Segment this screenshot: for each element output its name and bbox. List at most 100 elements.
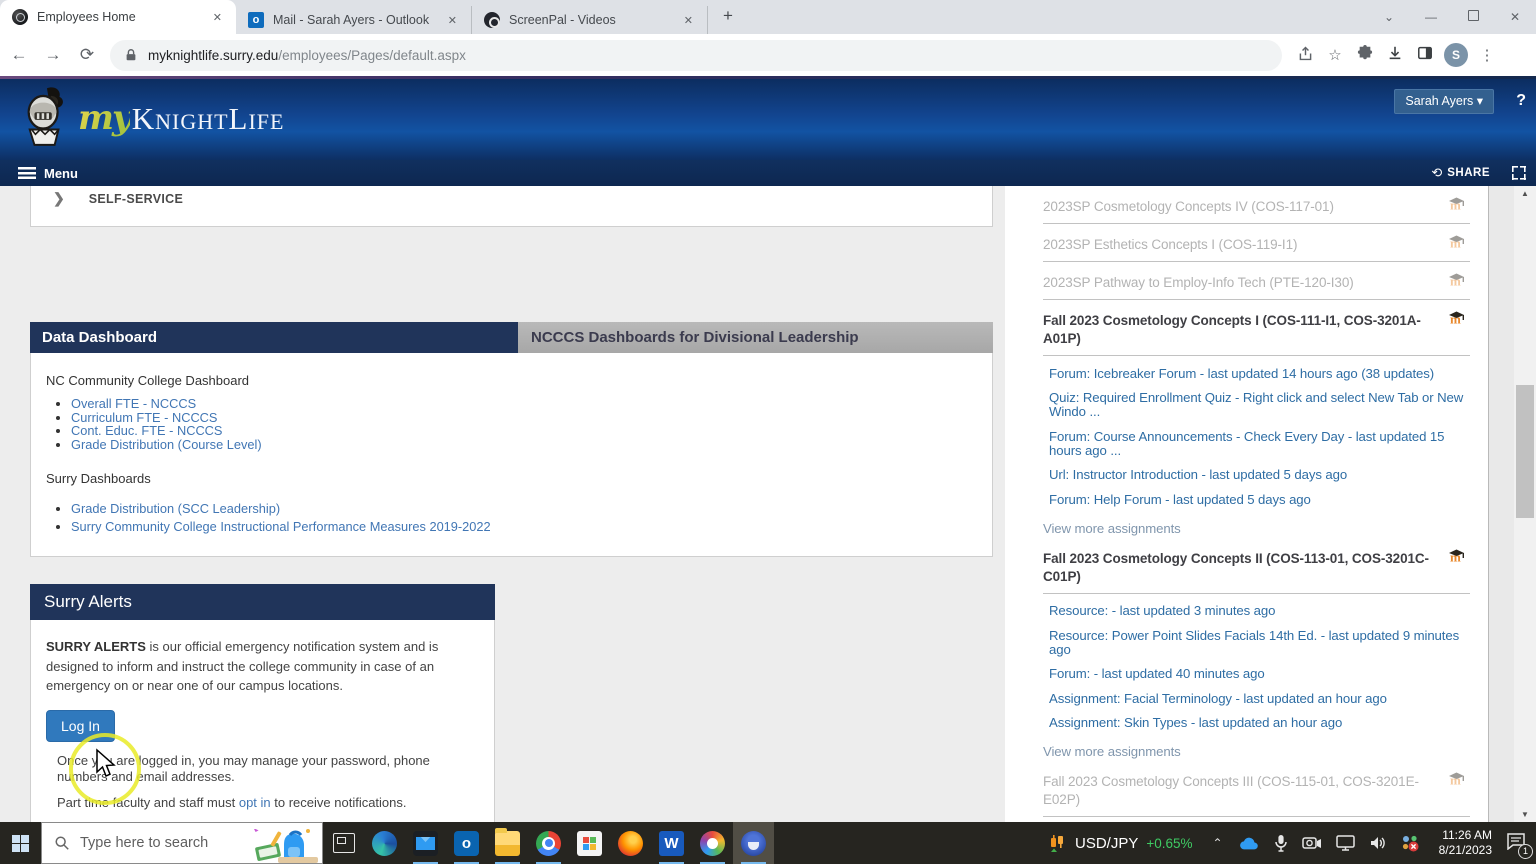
display-network-icon[interactable]: [1335, 835, 1355, 851]
site-banner: myKnightLife Sarah Ayers ▾ ?: [0, 79, 1536, 160]
media-editor-button[interactable]: [692, 822, 733, 864]
assignment-link[interactable]: Forum: Icebreaker Forum - last updated 1…: [1049, 366, 1470, 381]
app-status-icon[interactable]: [1401, 834, 1420, 853]
course-section: 2023SP Pathway to Employ-Info Tech (PTE-…: [1043, 262, 1470, 300]
chrome-icon: [536, 830, 561, 856]
course-title-link[interactable]: Fall 2023 Cosmetology Concepts II (COS-1…: [1043, 551, 1429, 584]
tab-close-icon[interactable]: ✕: [680, 12, 697, 29]
taskbar-search-input[interactable]: Type here to search: [41, 822, 323, 864]
microphone-icon[interactable]: [1274, 834, 1288, 852]
page-content: ❯ SELF-SERVICE Data Dashboard NCCCS Dash…: [0, 186, 1536, 822]
assignment-link[interactable]: Forum: Help Forum - last updated 5 days …: [1049, 492, 1470, 507]
microsoft-store-button[interactable]: [569, 822, 610, 864]
onedrive-icon[interactable]: [1238, 835, 1260, 851]
tab-outlook[interactable]: o Mail - Sarah Ayers - Outlook ✕: [236, 6, 472, 34]
outlook-button[interactable]: o: [446, 822, 487, 864]
tab-employees-home[interactable]: Employees Home ✕: [0, 0, 236, 34]
assignment-link[interactable]: Resource: Power Point Slides Facials 14t…: [1049, 628, 1470, 657]
scroll-down-arrow[interactable]: ▼: [1514, 810, 1536, 819]
notification-center-button[interactable]: 1: [1506, 832, 1533, 859]
assignment-link[interactable]: Url: Instructor Introduction - last upda…: [1049, 468, 1470, 482]
clock-time: 11:26 AM: [1442, 828, 1492, 842]
dashboard-link[interactable]: Grade Distribution (SCC Leadership): [71, 501, 280, 516]
chrome-button[interactable]: [528, 822, 569, 864]
ticker-pair: USD/JPY: [1075, 834, 1139, 852]
help-icon[interactable]: ?: [1516, 89, 1526, 112]
course-title-link[interactable]: Fall 2023 Cosmetology Concepts I (COS-11…: [1043, 313, 1421, 346]
word-button[interactable]: W: [651, 822, 692, 864]
address-bar[interactable]: myknightlife.surry.edu/employees/Pages/d…: [110, 39, 1282, 71]
assignment-link[interactable]: Forum: Course Announcements - Check Ever…: [1049, 429, 1470, 458]
user-menu-button[interactable]: Sarah Ayers ▾: [1394, 89, 1494, 114]
maximize-button[interactable]: [1452, 0, 1494, 34]
download-icon[interactable]: [1380, 45, 1410, 65]
share-button[interactable]: SHARE: [1447, 167, 1490, 179]
course-activity-panel: 2023SP Cosmetology Concepts IV (COS-117-…: [1005, 186, 1489, 822]
assignment-link[interactable]: Assignment: Facial Terminology - last up…: [1049, 691, 1470, 706]
view-more-assignments-link[interactable]: View more assignments: [1043, 521, 1470, 536]
back-icon[interactable]: ←: [4, 40, 34, 70]
forward-icon[interactable]: →: [38, 40, 68, 70]
close-button[interactable]: ✕: [1494, 0, 1536, 34]
clock-date: 8/21/2023: [1438, 843, 1492, 857]
course-title-link[interactable]: 2023SP Pathway to Employ-Info Tech (PTE-…: [1043, 275, 1354, 290]
scrollbar-thumb[interactable]: [1516, 385, 1534, 518]
stock-ticker-widget[interactable]: USD/JPY +0.65%: [1047, 832, 1197, 854]
edge-button[interactable]: [364, 822, 405, 864]
windows-logo-icon: [12, 834, 29, 852]
bookmark-star-icon[interactable]: ☆: [1320, 46, 1350, 64]
tab-close-icon[interactable]: ✕: [444, 12, 461, 29]
tab-screenpal[interactable]: ScreenPal - Videos ✕: [472, 6, 708, 34]
course-title-link[interactable]: 2023SP Cosmetology Concepts IV (COS-117-…: [1043, 199, 1334, 214]
file-explorer-button[interactable]: [487, 822, 528, 864]
assignment-link[interactable]: Quiz: Required Enrollment Quiz - Right c…: [1049, 391, 1470, 419]
dashboard-link[interactable]: Surry Community College Instructional Pe…: [71, 519, 491, 534]
assignment-link[interactable]: Forum: - last updated 40 minutes ago: [1049, 667, 1470, 681]
view-more-assignments-link[interactable]: View more assignments: [1043, 744, 1470, 759]
task-view-button[interactable]: [323, 822, 364, 864]
volume-icon[interactable]: [1369, 835, 1387, 851]
tab-close-icon[interactable]: ✕: [209, 9, 226, 26]
taskbar-clock[interactable]: 11:26 AM 8/21/2023: [1439, 828, 1492, 858]
screen: Employees Home ✕ o Mail - Sarah Ayers - …: [0, 0, 1536, 864]
share-page-icon[interactable]: [1290, 45, 1320, 66]
moodle-icon: m: [1448, 272, 1466, 292]
notification-count-badge: 1: [1518, 843, 1533, 859]
scroll-up-arrow[interactable]: ▲: [1514, 189, 1536, 198]
myknightlife-logo[interactable]: myKnightLife: [22, 86, 285, 150]
menu-label[interactable]: Menu: [44, 166, 78, 181]
tab-data-dashboard[interactable]: Data Dashboard: [30, 322, 518, 353]
course-title-link[interactable]: 2023SP Esthetics Concepts I (COS-119-I1): [1043, 237, 1297, 252]
camera-icon[interactable]: [1301, 836, 1322, 851]
profile-avatar[interactable]: S: [1444, 43, 1468, 67]
browser-menu-icon[interactable]: ⋮: [1472, 46, 1502, 64]
assignment-link[interactable]: Assignment: Skin Types - last updated an…: [1049, 716, 1470, 730]
mail-button[interactable]: [405, 822, 446, 864]
hamburger-menu-icon[interactable]: [18, 167, 36, 179]
list-item: Grade Distribution (SCC Leadership): [71, 502, 992, 516]
ticker-change: +0.65%: [1146, 835, 1193, 851]
start-button[interactable]: [0, 822, 41, 864]
tab-title: Employees Home: [37, 10, 136, 24]
tab-ncccs-dashboards[interactable]: NCCCS Dashboards for Divisional Leadersh…: [518, 322, 993, 353]
new-tab-button[interactable]: +: [714, 3, 742, 31]
tab-title: Mail - Sarah Ayers - Outlook: [273, 13, 430, 27]
list-item: Overall FTE - NCCCS: [71, 397, 992, 411]
hidden-icons-caret[interactable]: ⌃: [1213, 836, 1223, 850]
opt-in-link[interactable]: opt in: [239, 795, 271, 810]
extensions-icon[interactable]: [1350, 45, 1380, 65]
window-chevron-icon[interactable]: ⌄: [1368, 0, 1410, 34]
minimize-button[interactable]: —: [1410, 0, 1452, 34]
stock-chart-icon: [1051, 835, 1064, 852]
self-service-section[interactable]: ❯ SELF-SERVICE: [30, 186, 993, 227]
assignment-link[interactable]: Resource: - last updated 3 minutes ago: [1049, 604, 1470, 618]
screenpal-button[interactable]: [733, 822, 774, 864]
chevron-right-icon[interactable]: ❯: [53, 190, 65, 207]
course-title-link[interactable]: Fall 2023 Cosmetology Concepts III (COS-…: [1043, 774, 1419, 807]
fullscreen-icon[interactable]: [1512, 166, 1526, 180]
reload-icon[interactable]: ⟳: [72, 40, 102, 70]
side-panel-icon[interactable]: [1410, 45, 1440, 65]
dashboard-link[interactable]: Grade Distribution (Course Level): [71, 437, 262, 452]
firefox-button[interactable]: [610, 822, 651, 864]
page-scrollbar[interactable]: ▲ ▼: [1514, 186, 1536, 822]
